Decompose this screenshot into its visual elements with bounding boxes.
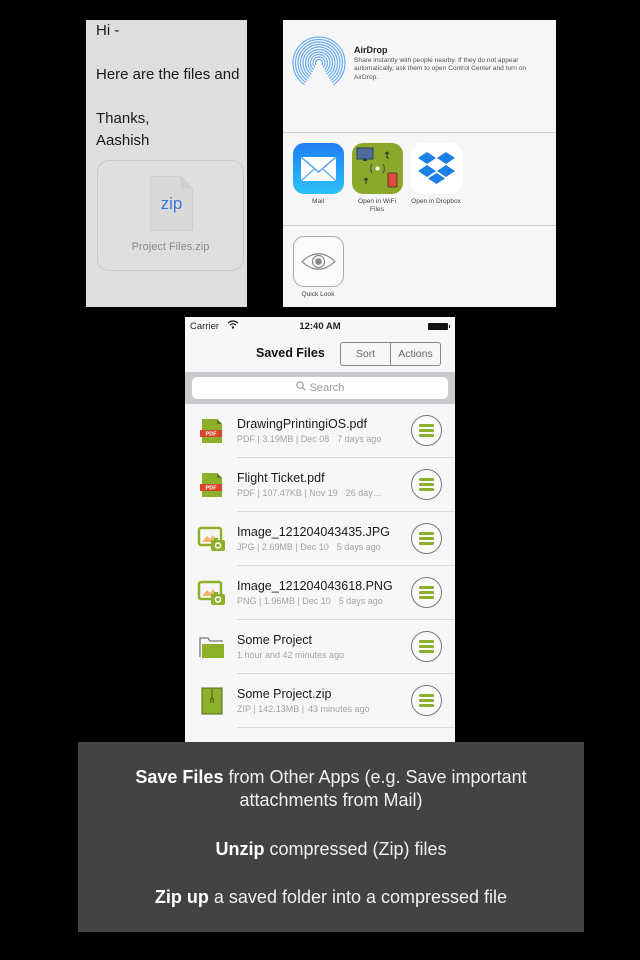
mail-sender: Aashish: [96, 132, 150, 149]
file-meta: PDF | 3.19MB | Dec 08 7 days ago: [237, 434, 381, 444]
status-time: 12:40 AM: [299, 321, 341, 332]
search-placeholder: Search: [309, 382, 345, 394]
file-menu-button[interactable]: [411, 415, 442, 446]
mail-preview-panel: Hi - Here are the files and Thanks, Aash…: [86, 20, 247, 307]
svg-text:PDF: PDF: [206, 486, 218, 492]
share-app-label: Mail: [311, 198, 325, 205]
zip-archive-icon: [197, 687, 227, 715]
search-bar: Search: [185, 372, 455, 404]
file-age: 5 days ago: [336, 542, 381, 552]
share-app-label: Open in WiFi Files: [357, 198, 397, 213]
file-name: Image_121204043618.PNG: [237, 579, 393, 593]
file-details: PDF | 3.19MB | Dec 08: [237, 434, 330, 444]
attachment-type-label: zip: [160, 194, 183, 213]
file-row[interactable]: Some Project.zip ZIP | 142.13MB | 43 minu…: [185, 674, 455, 728]
file-details: ZIP | 142.13MB |: [237, 704, 305, 714]
file-name: DrawingPrintingiOS.pdf: [237, 417, 367, 431]
file-meta: 1 hour and 42 minutes ago: [237, 650, 344, 660]
file-row[interactable]: Image_121204043618.PNG PNG | 1.96MB | De…: [185, 566, 455, 620]
image-file-icon: [197, 525, 227, 553]
folder-row[interactable]: Some Project 1 hour and 42 minutes ago: [185, 620, 455, 674]
share-app-wifi-files[interactable]: Open in WiFi Files: [351, 143, 403, 214]
mail-attachment[interactable]: zip Project Files.zip: [97, 160, 244, 271]
saved-files-screen: Carrier 12:40 AM Saved Files Sort Action…: [185, 317, 455, 747]
divider: [283, 225, 556, 226]
file-menu-button[interactable]: [411, 577, 442, 608]
share-app-label: Open in Dropbox: [411, 198, 461, 205]
caption-line-unzip: Unzip compressed (Zip) files: [98, 838, 564, 861]
feature-caption: Save Files from Other Apps (e.g. Save im…: [78, 742, 584, 932]
file-menu-button[interactable]: [411, 631, 442, 662]
caption-bold: Unzip: [215, 839, 265, 859]
file-meta: JPG | 2.69MB | Dec 10 5 days ago: [237, 542, 381, 552]
mail-signoff: Thanks,: [96, 110, 150, 127]
wifi-files-icon: [351, 143, 403, 194]
divider: [283, 132, 556, 133]
share-sheet-panel: AirDrop Share instantly with people near…: [283, 20, 556, 307]
airdrop-icon[interactable]: [291, 36, 347, 90]
caption-line-zip-up: Zip up a saved folder into a compressed …: [98, 886, 564, 909]
file-age: 5 days ago: [338, 596, 383, 606]
file-age: 7 days ago: [337, 434, 382, 444]
file-menu-button[interactable]: [411, 469, 442, 500]
file-menu-button[interactable]: [411, 685, 442, 716]
caption-text: compressed (Zip) files: [264, 839, 447, 859]
zip-file-icon: zip: [150, 176, 193, 231]
search-input[interactable]: Search: [192, 377, 448, 399]
file-details: JPG | 2.69MB | Dec 10: [237, 542, 329, 552]
caption-text: a saved folder into a compressed file: [208, 887, 508, 907]
share-app-dropbox[interactable]: Open in Dropbox: [410, 143, 462, 206]
dropbox-icon: [410, 143, 462, 194]
caption-line-save-files: Save Files from Other Apps (e.g. Save im…: [98, 766, 564, 812]
pdf-file-icon: PDF: [197, 471, 227, 499]
status-bar: Carrier 12:40 AM: [185, 317, 455, 337]
svg-text:PDF: PDF: [206, 432, 218, 438]
image-file-icon: [197, 579, 227, 607]
file-row[interactable]: PDF DrawingPrintingiOS.pdf PDF | 3.19MB …: [185, 404, 455, 458]
share-action-quick-look[interactable]: Quick Look: [292, 236, 344, 299]
file-row[interactable]: Image_121204043435.JPG JPG | 2.69MB | De…: [185, 512, 455, 566]
file-age: 43 minutes ago: [308, 704, 370, 714]
nav-segmented-control: Sort Actions: [340, 342, 441, 366]
folder-icon: [197, 633, 227, 661]
file-name: Image_121204043435.JPG: [237, 525, 390, 539]
file-row[interactable]: PDF Flight Ticket.pdf PDF | 107.47KB | N…: [185, 458, 455, 512]
file-age: 26 day…: [345, 488, 382, 498]
sort-button[interactable]: Sort: [341, 343, 390, 365]
file-meta: PNG | 1.96MB | Dec 10 5 days ago: [237, 596, 383, 606]
mail-body: Here are the files and: [96, 66, 240, 83]
mail-greeting: Hi -: [96, 22, 120, 39]
airdrop-description: Share instantly with people nearby. If t…: [354, 57, 527, 81]
caption-bold: Save Files: [135, 767, 224, 787]
file-name: Some Project.zip: [237, 687, 332, 701]
file-meta: PDF | 107.47KB | Nov 19 26 day…: [237, 488, 382, 498]
page-title: Saved Files: [256, 346, 325, 360]
share-action-label: Quick Look: [301, 291, 335, 298]
file-details: PNG | 1.96MB | Dec 10: [237, 596, 331, 606]
file-menu-button[interactable]: [411, 523, 442, 554]
battery-icon: [428, 323, 450, 330]
file-meta: ZIP | 142.13MB | 43 minutes ago: [237, 704, 370, 714]
file-details: PDF | 107.47KB | Nov 19: [237, 488, 338, 498]
pdf-file-icon: PDF: [197, 417, 227, 445]
airdrop-title: AirDrop: [354, 45, 388, 55]
file-name: Some Project: [237, 633, 313, 647]
quick-look-eye-icon: [292, 236, 344, 287]
file-list: PDF DrawingPrintingiOS.pdf PDF | 3.19MB …: [185, 404, 455, 728]
share-app-mail[interactable]: Mail: [292, 143, 344, 206]
file-details: 1 hour and 42 minutes ago: [237, 650, 345, 660]
file-name: Flight Ticket.pdf: [237, 471, 325, 485]
search-icon: [295, 377, 306, 399]
caption-text: from Other Apps (e.g. Save important att…: [223, 767, 527, 810]
caption-bold: Zip up: [154, 887, 209, 907]
actions-button[interactable]: Actions: [390, 343, 440, 365]
mail-icon: [292, 143, 344, 194]
attachment-filename: Project Files.zip: [131, 241, 210, 253]
